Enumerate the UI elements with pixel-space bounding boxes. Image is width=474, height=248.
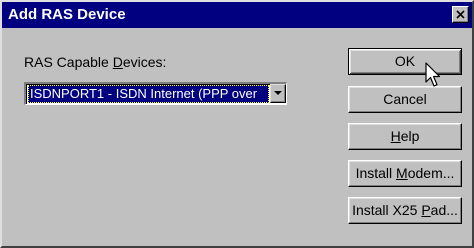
dropdown-arrow-button[interactable] [270,84,286,103]
chevron-down-icon [274,91,282,95]
window-title: Add RAS Device [8,6,126,23]
install-x25-pad-button[interactable]: Install X25 Pad... [348,197,462,224]
ras-capable-devices-label: RAS Capable Devices: [24,54,167,70]
help-button[interactable]: Help [348,123,462,150]
close-icon [456,10,465,19]
selected-device: ISDNPORT1 - ISDN Internet (PPP over [28,85,269,103]
ras-devices-dropdown[interactable]: ISDNPORT1 - ISDN Internet (PPP over [24,82,287,105]
add-ras-device-dialog: Add RAS Device RAS Capable Devices: ISDN… [0,0,474,248]
cancel-button[interactable]: Cancel [348,86,462,113]
mouse-pointer-icon [425,62,441,87]
title-bar[interactable]: Add RAS Device [2,2,472,28]
install-modem-button[interactable]: Install Modem... [348,160,462,187]
close-button[interactable] [452,6,469,23]
